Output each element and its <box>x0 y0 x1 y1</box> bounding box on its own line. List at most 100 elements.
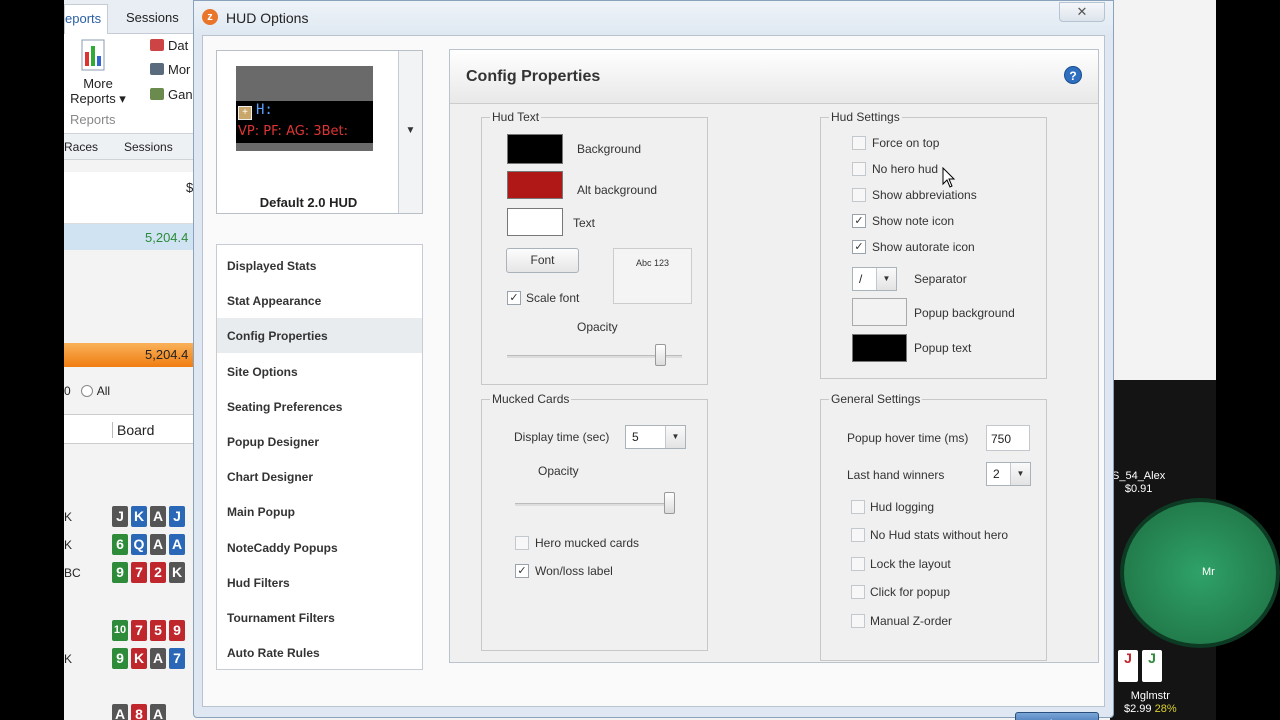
won-loss-label: Won/loss label <box>535 564 613 578</box>
ribbon-item-more[interactable]: Mor <box>150 62 190 77</box>
hud-preview-selector[interactable]: + H: VP: PF: AG: 3Bet: Default 2.0 HUD ▼ <box>216 50 423 214</box>
click-for-popup-label: Click for popup <box>870 585 951 600</box>
hand-row-label: K <box>64 652 73 666</box>
lock-the-layout-label: Lock the layout <box>870 556 951 571</box>
hud-text-opacity-slider[interactable] <box>654 344 666 366</box>
board-card: A <box>150 704 166 720</box>
chevron-down-icon: ▼ <box>405 125 416 136</box>
panel-header: Config Properties ? <box>450 50 1098 104</box>
show-note-icon-checkbox[interactable]: ✓ <box>852 214 866 228</box>
nav-item-popup-designer[interactable]: Popup Designer <box>217 424 422 459</box>
mucked-cards-group-label: Mucked Cards <box>490 392 572 406</box>
background-label: Background <box>577 142 642 156</box>
dialog-titlebar[interactable]: z HUD Options ✕ <box>194 1 1113 35</box>
mouse-cursor-icon <box>942 167 956 188</box>
games-icon <box>150 88 164 100</box>
nav-item-notecaddy-popups[interactable]: NoteCaddy Popups <box>217 530 422 565</box>
ribbon-item-data[interactable]: Dat <box>150 38 188 53</box>
board-card: 5 <box>150 620 166 641</box>
hud-text-group-label: Hud Text <box>490 110 542 124</box>
nav-item-chart-designer[interactable]: Chart Designer <box>217 459 422 494</box>
panel-title: Config Properties <box>466 68 601 85</box>
alt-background-color-swatch[interactable] <box>507 171 563 199</box>
won-loss-checkbox[interactable]: ✓ <box>515 564 529 578</box>
hand-row-label: BC <box>64 566 81 580</box>
board-cards: JKAJ <box>112 506 185 527</box>
hero-mucked-checkbox[interactable] <box>515 536 529 550</box>
nav-item-displayed-stats[interactable]: Displayed Stats <box>217 248 422 283</box>
font-preview: Abc 123 <box>613 248 692 304</box>
hud-logging-label: Hud logging <box>870 500 935 514</box>
tab-reports[interactable]: eports <box>64 4 109 34</box>
show-abbreviations-checkbox[interactable] <box>852 188 866 202</box>
more-reports-button[interactable]: More Reports ▾ <box>68 76 128 106</box>
display-time-select[interactable]: 5 ▼ <box>625 425 686 449</box>
scale-font-checkbox[interactable]: ✓ <box>507 291 521 305</box>
nav-item-site-options[interactable]: Site Options <box>217 354 422 389</box>
filter-options: 0 All <box>64 384 110 398</box>
hud-logging-checkbox[interactable] <box>851 500 865 514</box>
subnav-sessions[interactable]: Sessions <box>124 140 173 154</box>
close-button[interactable]: Close <box>1015 712 1099 720</box>
click-for-popup-checkbox[interactable] <box>851 585 865 600</box>
general-settings-group-label: General Settings <box>829 392 923 406</box>
nav-item-hud-filters[interactable]: Hud Filters <box>217 565 422 600</box>
board-card: 9 <box>169 620 185 641</box>
board-card: J <box>169 506 185 527</box>
help-icon[interactable]: ? <box>1064 66 1082 84</box>
show-abbreviations-label: Show abbreviations <box>872 188 977 202</box>
radio-all-label: All <box>96 384 111 398</box>
chevron-down-icon: ▼ <box>1010 463 1030 485</box>
nav-item-tournament-filters[interactable]: Tournament Filters <box>217 600 422 635</box>
board-card: 9 <box>112 648 128 669</box>
mucked-opacity-slider[interactable] <box>664 492 675 514</box>
last-hand-winners-select[interactable]: 2 ▼ <box>986 462 1031 486</box>
board-column-header[interactable]: Board <box>112 422 154 438</box>
font-button[interactable]: Font <box>506 248 579 273</box>
hole-card-2: J <box>1142 650 1162 682</box>
popup-text-color-swatch[interactable] <box>852 334 907 362</box>
board-card: A <box>150 534 166 555</box>
display-time-label: Display time (sec) <box>514 430 610 444</box>
player-seat-2[interactable]: Mglmstr $2.99 28% <box>1124 690 1177 716</box>
player-2-stack: $2.99 <box>1124 703 1152 715</box>
nav-item-stat-appearance[interactable]: Stat Appearance <box>217 283 422 318</box>
force-on-top-label: Force on top <box>872 136 940 150</box>
radio-all[interactable] <box>80 385 93 397</box>
player-seat-1[interactable]: S_54_Alex $0.91 <box>1112 470 1165 496</box>
lock-the-layout-checkbox[interactable] <box>851 556 865 571</box>
separator-select[interactable]: / ▼ <box>852 267 897 291</box>
ribbon-item-games[interactable]: Gan <box>150 87 193 102</box>
board-cards: A8A <box>112 704 166 720</box>
hud-text-opacity-label: Opacity <box>577 320 618 334</box>
board-card: K <box>169 562 185 583</box>
hand-row-label: K <box>64 538 73 552</box>
nav-item-seating-preferences[interactable]: Seating Preferences <box>217 389 422 424</box>
nav-item-main-popup[interactable]: Main Popup <box>217 494 422 529</box>
no-hero-hud-checkbox[interactable] <box>852 162 866 176</box>
mucked-cards-group: Mucked Cards Display time (sec) 5 ▼ Opac… <box>481 392 708 651</box>
manual-z-order-checkbox[interactable] <box>851 613 865 628</box>
no-hud-stats-without-hero-checkbox[interactable] <box>851 528 865 543</box>
summary-value: 5,204.4 <box>145 230 189 245</box>
background-color-swatch[interactable] <box>507 134 563 164</box>
alt-background-label: Alt background <box>577 183 658 197</box>
nav-item-auto-rate-rules[interactable]: Auto Rate Rules <box>217 635 422 670</box>
hud-preview-dropdown-button[interactable]: ▼ <box>398 51 422 213</box>
popup-background-label: Popup background <box>914 306 1015 320</box>
subnav-races[interactable]: Races <box>64 140 98 154</box>
player-1-name: S_54_Alex <box>1112 470 1166 482</box>
popup-hover-input[interactable]: 750 <box>986 425 1030 451</box>
show-autorate-icon-checkbox[interactable]: ✓ <box>852 240 866 254</box>
app-logo-icon: z <box>202 9 218 25</box>
window-close-button[interactable]: ✕ <box>1059 2 1105 22</box>
board-card: 10 <box>112 620 128 641</box>
show-note-icon-label: Show note icon <box>872 214 955 228</box>
popup-background-color-swatch[interactable] <box>852 298 907 326</box>
board-cards: 972K <box>112 562 185 583</box>
config-properties-panel: Config Properties ? Hud Text Background … <box>449 49 1099 663</box>
tab-sessions[interactable]: Sessions <box>126 10 179 25</box>
force-on-top-checkbox[interactable] <box>852 136 866 150</box>
text-color-swatch[interactable] <box>507 208 563 236</box>
nav-item-config-properties[interactable]: Config Properties <box>217 318 422 354</box>
